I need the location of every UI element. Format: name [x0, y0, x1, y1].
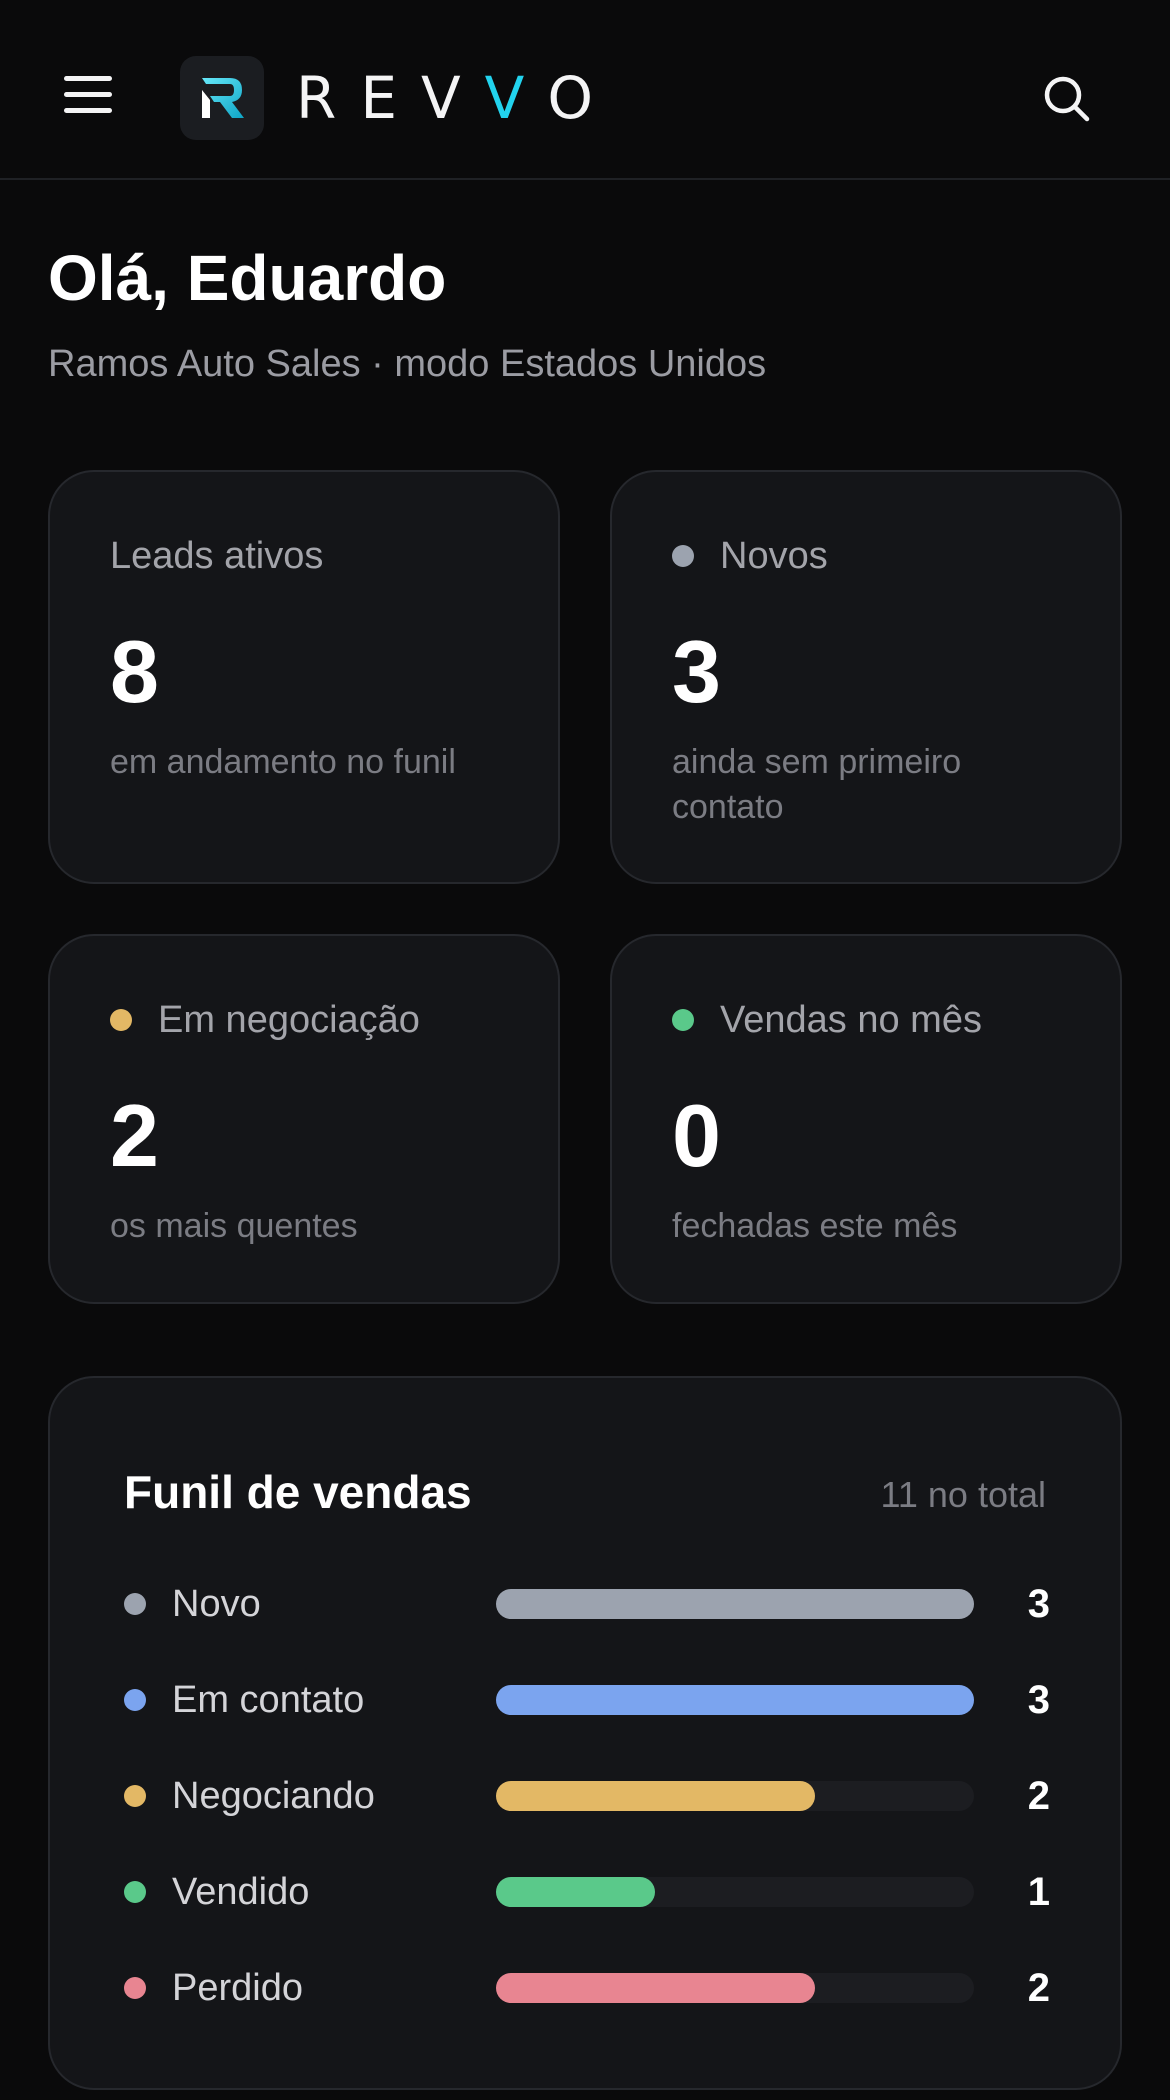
sales-funnel-card: Funil de vendas 11 no total Novo 3 Em co…: [48, 1376, 1122, 2090]
status-dot-icon: [110, 1009, 132, 1031]
top-bar: REVVO: [0, 0, 1170, 180]
stage-bar-fill: [496, 1877, 656, 1907]
stat-card-new[interactable]: Novos 3 ainda sem primeiro contato: [610, 470, 1122, 884]
stage-label: Perdido: [172, 1967, 303, 2009]
search-icon[interactable]: [1042, 74, 1092, 124]
stat-description: em andamento no funil: [110, 743, 456, 781]
stage-bar-fill: [496, 1685, 974, 1715]
stage-count: 2: [1027, 1774, 1050, 1818]
stat-label-text: Leads ativos: [110, 535, 324, 577]
status-dot-icon: [672, 545, 694, 567]
hamburger-menu-icon[interactable]: [60, 72, 116, 116]
stat-label: Novos: [672, 532, 828, 580]
stat-card-negotiating[interactable]: Em negociação 2 os mais quentes: [48, 934, 560, 1304]
stage-bar-track: [496, 1685, 974, 1715]
funnel-row-em-contato[interactable]: Em contato 3: [124, 1670, 1050, 1730]
stage-bar-track: [496, 1973, 974, 2003]
stage-dot-icon: [124, 1689, 146, 1711]
stat-label-text: Em negociação: [158, 999, 420, 1041]
stage-dot-icon: [124, 1977, 146, 1999]
funnel-row-negociando[interactable]: Negociando 2: [124, 1766, 1050, 1826]
stat-value: 0: [672, 1086, 721, 1185]
stage-count: 2: [1027, 1966, 1050, 2010]
stage-bar-track: [496, 1877, 974, 1907]
stage-dot-icon: [124, 1593, 146, 1615]
stat-value: 3: [672, 622, 721, 721]
funnel-row-novo[interactable]: Novo 3: [124, 1574, 1050, 1634]
stat-label: Em negociação: [110, 996, 420, 1044]
stage-dot-icon: [124, 1881, 146, 1903]
stage-label: Negociando: [172, 1775, 375, 1817]
funnel-total: 11 no total: [880, 1474, 1046, 1515]
status-dot-icon: [672, 1009, 694, 1031]
stat-value: 8: [110, 622, 159, 721]
stage-bar-fill: [496, 1781, 815, 1811]
stat-card-monthly-sales[interactable]: Vendas no mês 0 fechadas este mês: [610, 934, 1122, 1304]
stat-label-text: Novos: [720, 535, 828, 577]
stage-bar-track: [496, 1781, 974, 1811]
revvo-logo-icon: [180, 56, 264, 140]
funnel-row-perdido[interactable]: Perdido 2: [124, 1958, 1050, 2018]
stage-count: 3: [1027, 1678, 1050, 1722]
stage-count: 3: [1027, 1582, 1050, 1626]
stat-label: Leads ativos: [110, 532, 323, 580]
stage-bar-fill: [496, 1589, 974, 1619]
stat-description: ainda sem primeiro contato: [672, 743, 962, 826]
stat-value: 2: [110, 1086, 159, 1185]
page-title: Olá, Eduardo: [48, 242, 447, 314]
stat-label-text: Vendas no mês: [720, 999, 982, 1041]
stage-label: Vendido: [172, 1871, 310, 1913]
page-subtitle: Ramos Auto Sales · modo Estados Unidos: [48, 343, 767, 385]
funnel-row-vendido[interactable]: Vendido 1: [124, 1862, 1050, 1922]
funnel-title: Funil de vendas: [124, 1466, 472, 1518]
stage-bar-fill: [496, 1973, 815, 2003]
stage-label: Novo: [172, 1583, 261, 1625]
stage-dot-icon: [124, 1785, 146, 1807]
stat-card-active-leads[interactable]: Leads ativos 8 em andamento no funil: [48, 470, 560, 884]
stage-count: 1: [1027, 1870, 1050, 1914]
stage-label: Em contato: [172, 1679, 365, 1721]
stage-bar-track: [496, 1589, 974, 1619]
stat-label: Vendas no mês: [672, 996, 982, 1044]
brand-name: REVVO: [296, 64, 617, 132]
stat-description: os mais quentes: [110, 1207, 358, 1245]
stat-description: fechadas este mês: [672, 1207, 958, 1245]
